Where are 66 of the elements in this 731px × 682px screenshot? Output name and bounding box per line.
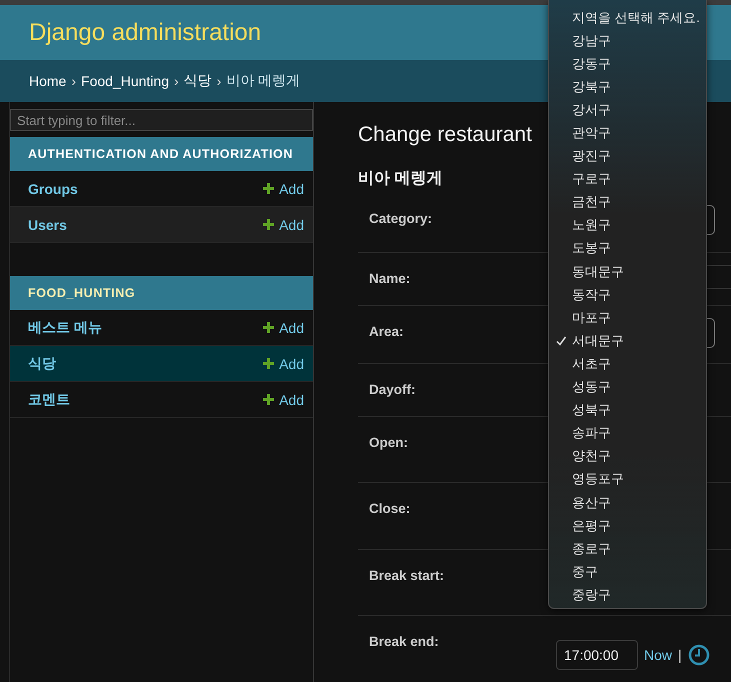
dropdown-option[interactable]: 지역을 선택해 주세요. [549, 6, 706, 30]
breadcrumb-link[interactable]: 식당 [184, 72, 212, 90]
add-link[interactable]: Add [263, 392, 304, 408]
module-header[interactable]: AUTHENTICATION AND AUTHORIZATION [10, 137, 313, 171]
add-link[interactable]: Add [263, 320, 304, 336]
page-title: Change restaurant [358, 123, 532, 147]
model-link[interactable]: 베스트 메뉴 [28, 318, 102, 336]
dropdown-option[interactable]: 영등포구 [549, 468, 706, 491]
field-label: Break start: [369, 568, 446, 585]
dropdown-option[interactable]: 동작구 [549, 283, 706, 306]
field-label: Dayoff: [369, 382, 416, 399]
breadcrumb-separator: › [174, 73, 179, 89]
dropdown-option[interactable]: 서대문구 [549, 329, 706, 352]
add-link[interactable]: Add [263, 216, 304, 232]
dropdown-option[interactable]: 용산구 [549, 490, 706, 514]
breadcrumb-current: 비아 메렝게 [226, 72, 300, 90]
link-separator: | [678, 647, 682, 663]
dropdown-option[interactable]: 강북구 [549, 75, 706, 98]
breadcrumb-link[interactable]: Home [29, 73, 66, 89]
plus-icon [263, 322, 274, 333]
field-label: Open: [369, 435, 409, 452]
dropdown-option[interactable]: 강서구 [549, 98, 706, 122]
dropdown-option[interactable]: 중랑구 [549, 583, 706, 606]
add-link[interactable]: Add [263, 356, 304, 372]
module-header[interactable]: FOOD_HUNTING [10, 276, 313, 310]
plus-icon [263, 358, 274, 369]
field-label: Break end: [369, 634, 440, 651]
field-label: Name: [369, 271, 412, 288]
model-link[interactable]: 코멘트 [28, 390, 70, 408]
dropdown-option[interactable]: 양천구 [549, 444, 706, 468]
dropdown-option[interactable]: 은평구 [549, 514, 706, 538]
plus-icon [263, 219, 274, 230]
site-title[interactable]: Django administration [29, 18, 262, 46]
dropdown-option[interactable]: 강동구 [549, 52, 706, 76]
dropdown-option[interactable]: 노원구 [549, 214, 706, 237]
field-label: Category: [369, 211, 434, 228]
dropdown-option[interactable]: 성북구 [549, 398, 706, 422]
now-link[interactable]: Now [644, 647, 672, 663]
dropdown-option[interactable]: 동대문구 [549, 260, 706, 284]
field-label: Close: [369, 501, 412, 518]
dropdown-option[interactable]: 송파구 [549, 422, 706, 445]
dropdown-option[interactable]: 중구 [549, 560, 706, 584]
breadcrumb-separator: › [71, 73, 76, 89]
dropdown-option[interactable]: 관악구 [549, 121, 706, 145]
plus-icon [263, 183, 274, 194]
dropdown-option[interactable]: 금천구 [549, 190, 706, 214]
dropdown-option[interactable]: 서초구 [549, 352, 706, 376]
dropdown-option[interactable]: 종로구 [549, 537, 706, 560]
model-link[interactable]: 식당 [28, 354, 56, 372]
dropdown-option[interactable]: 성동구 [549, 376, 706, 399]
filter-field[interactable]: Start typing to filter... [10, 109, 313, 131]
breadcrumb-link[interactable]: Food_Hunting [81, 73, 169, 89]
plus-icon [263, 394, 274, 405]
time-field[interactable]: 17:00:00 [556, 640, 638, 670]
dropdown-option[interactable]: 구로구 [549, 168, 706, 191]
field-label: Area: [369, 324, 405, 341]
dropdown-option[interactable]: 광진구 [549, 144, 706, 168]
dropdown-option[interactable]: 마포구 [549, 306, 706, 330]
object-title: 비아 메렝게 [358, 169, 442, 189]
model-link[interactable]: Groups [28, 180, 78, 196]
dropdown-option[interactable]: 강남구 [549, 29, 706, 52]
dropdown-option[interactable]: 도봉구 [549, 236, 706, 260]
clock-icon[interactable] [688, 644, 710, 666]
model-link[interactable]: Users [28, 216, 67, 232]
breadcrumb-separator: › [216, 73, 222, 89]
add-link[interactable]: Add [263, 180, 304, 196]
